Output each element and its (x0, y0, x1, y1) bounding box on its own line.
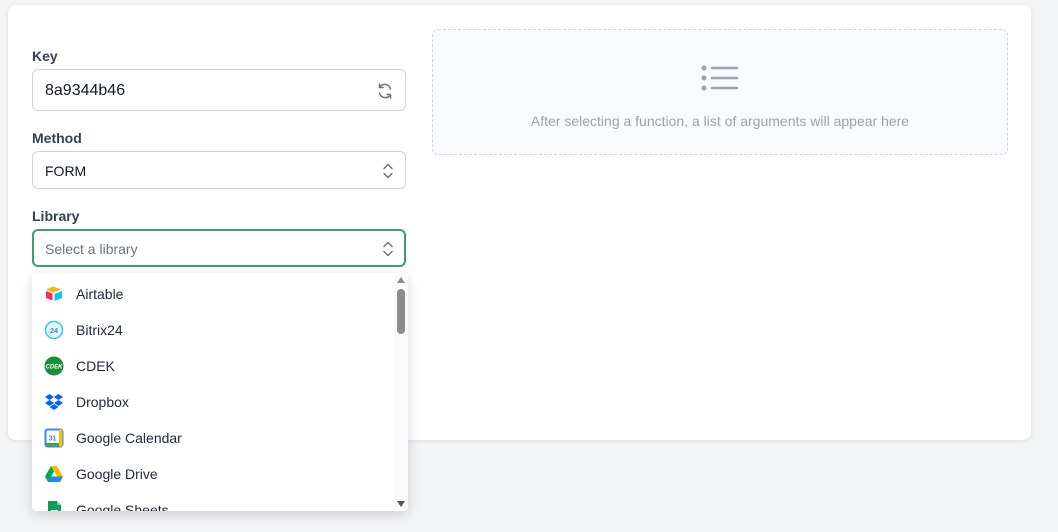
library-option-google-calendar[interactable]: 31 Google Calendar (32, 419, 394, 455)
airtable-logo-icon (44, 284, 64, 304)
library-select[interactable]: Select a library (32, 229, 406, 267)
library-option-label: Dropbox (76, 394, 129, 410)
library-option-label: Google Calendar (76, 430, 182, 446)
key-value: 8a9344b46 (45, 82, 126, 99)
google-calendar-logo-icon: 31 (44, 428, 64, 448)
method-value: FORM (45, 163, 87, 179)
library-option-label: CDEK (76, 358, 115, 374)
scroll-thumb[interactable] (397, 289, 405, 334)
svg-text:CDEK: CDEK (45, 365, 63, 371)
cdek-logo-icon: CDEK (44, 356, 64, 376)
library-placeholder: Select a library (45, 241, 138, 257)
bitrix24-logo-icon: 24 (44, 320, 64, 340)
key-label: Key (32, 48, 58, 64)
list-icon (701, 64, 741, 99)
library-option-airtable[interactable]: Airtable (32, 275, 394, 311)
google-sheets-logo-icon (44, 500, 64, 511)
library-option-label: Google Sheets (76, 502, 169, 511)
library-option-label: Google Drive (76, 466, 158, 482)
refresh-icon[interactable] (375, 81, 395, 106)
library-option-google-sheets[interactable]: Google Sheets (32, 491, 394, 511)
google-drive-logo-icon (44, 464, 64, 484)
chevron-up-down-icon (381, 240, 395, 263)
chevron-up-down-icon (381, 162, 395, 185)
dropdown-scrollbar[interactable] (394, 273, 408, 511)
scroll-down-arrow-icon[interactable] (397, 501, 405, 507)
library-option-dropbox[interactable]: Dropbox (32, 383, 394, 419)
library-option-google-drive[interactable]: Google Drive (32, 455, 394, 491)
library-dropdown[interactable]: Airtable 24 Bitrix24 CDEK CDEK Dropbox 3… (32, 273, 408, 511)
dropbox-logo-icon (44, 392, 64, 412)
method-label: Method (32, 130, 82, 146)
library-option-label: Bitrix24 (76, 322, 123, 338)
library-option-cdek[interactable]: CDEK CDEK (32, 347, 394, 383)
key-field[interactable]: 8a9344b46 (32, 69, 406, 111)
svg-text:24: 24 (50, 328, 58, 335)
arguments-placeholder: After selecting a function, a list of ar… (432, 29, 1008, 155)
scroll-up-arrow-icon[interactable] (397, 277, 405, 283)
library-option-label: Airtable (76, 286, 124, 302)
arguments-message: After selecting a function, a list of ar… (530, 113, 910, 129)
library-option-bitrix24[interactable]: 24 Bitrix24 (32, 311, 394, 347)
library-label: Library (32, 208, 80, 224)
method-select[interactable]: FORM (32, 151, 406, 189)
svg-text:31: 31 (49, 436, 57, 443)
